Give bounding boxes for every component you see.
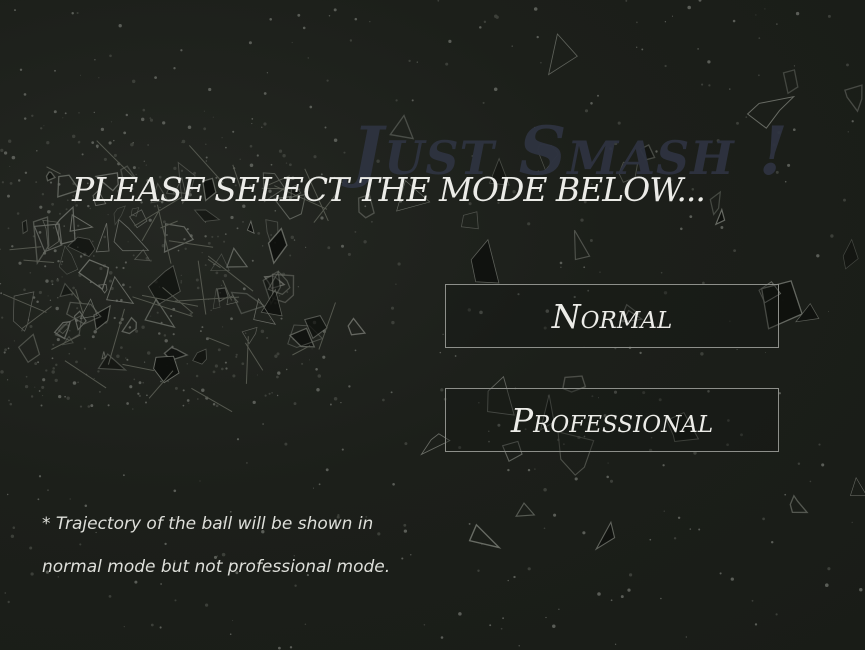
normal-mode-label: Normal (551, 296, 673, 336)
trajectory-note-line-1: * Trajectory of the ball will be shown i… (42, 514, 374, 534)
trajectory-note-line-2: normal mode but not professional mode. (42, 557, 391, 577)
normal-mode-button[interactable]: Normal (445, 284, 779, 348)
professional-mode-label: Professional (510, 400, 714, 440)
professional-mode-button[interactable]: Professional (445, 388, 779, 452)
mode-select-screen: Just Smash ! PLEASE SELECT THE MODE BELO… (0, 0, 865, 650)
page-heading: PLEASE SELECT THE MODE BELOW... (72, 170, 706, 209)
